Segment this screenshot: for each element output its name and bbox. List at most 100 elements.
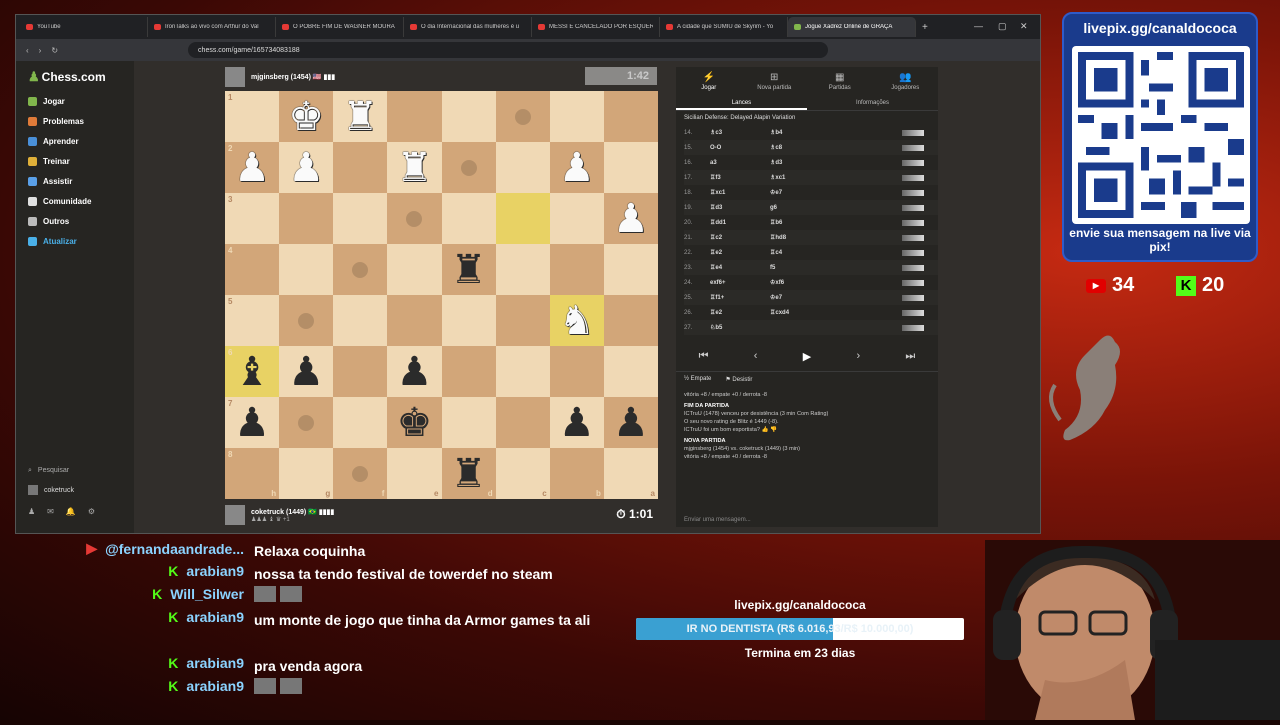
white-move[interactable]: ♖e2 [710, 309, 770, 316]
board-square[interactable] [495, 244, 550, 295]
black-king-piece[interactable]: ♚ [397, 403, 433, 443]
white-move[interactable]: ♘b5 [710, 324, 770, 331]
board-square[interactable]: ♟ [603, 397, 658, 448]
next-move-icon[interactable]: › [856, 350, 860, 362]
board-square[interactable] [603, 91, 658, 142]
white-move[interactable]: ♗c3 [710, 129, 770, 136]
move-hint-dot[interactable] [460, 159, 477, 176]
board-square[interactable] [441, 142, 496, 193]
move-hint-dot[interactable] [406, 210, 423, 227]
board-square[interactable] [495, 142, 550, 193]
reload-icon[interactable]: ↻ [51, 46, 58, 55]
browser-tab[interactable]: IronTalks ao vivo com Arthur do Val [148, 17, 276, 37]
sidebar-item-jogar[interactable]: Jogar [28, 97, 65, 106]
board-square[interactable] [441, 193, 496, 244]
board-square[interactable] [441, 346, 496, 397]
top-player-name[interactable]: mjginsberg (1454) 🇺🇸 ▮▮▮ [251, 73, 335, 81]
board-square[interactable]: e [387, 448, 442, 499]
black-rook-piece[interactable]: ♜ [451, 454, 487, 494]
black-rook-piece[interactable]: ♜ [451, 250, 487, 290]
browser-tab[interactable]: O dia Internacional das mulheres é u [404, 17, 532, 37]
panel-tab-0[interactable]: ⚡ Jogar [676, 67, 742, 95]
board-square[interactable] [549, 193, 604, 244]
top-player-avatar[interactable] [225, 67, 245, 87]
move-hint-dot[interactable] [298, 414, 315, 431]
black-move[interactable]: ♗b4 [770, 129, 830, 136]
board-square[interactable] [441, 91, 496, 142]
subtab-1[interactable]: Informações [807, 95, 938, 110]
board-square[interactable]: ♟ [603, 193, 658, 244]
last-move-icon[interactable]: ⏭ [905, 350, 915, 363]
browser-tab[interactable]: Jogue Xadrez Online de GRAÇA [788, 17, 916, 37]
board-square[interactable]: ♟ [279, 346, 334, 397]
board-square[interactable]: ♞ [549, 295, 604, 346]
board-square[interactable] [441, 397, 496, 448]
board-square[interactable]: ♟ [279, 142, 334, 193]
sidebar-item-comunidade[interactable]: Comunidade [28, 197, 91, 206]
sidebar-item-treinar[interactable]: Treinar [28, 157, 70, 166]
sidebar-search[interactable]: ⌕ Pesquisar [28, 467, 69, 475]
black-move[interactable]: ♗c8 [770, 144, 830, 151]
close-window-icon[interactable]: ✕ [1020, 21, 1028, 32]
move-hint-dot[interactable] [352, 465, 369, 482]
board-square[interactable] [495, 295, 550, 346]
board-square[interactable]: ♜ [441, 244, 496, 295]
black-move[interactable]: ♔xf6 [770, 279, 830, 286]
board-square[interactable] [441, 295, 496, 346]
board-square[interactable] [603, 346, 658, 397]
board-square[interactable]: 8h [225, 448, 280, 499]
move-hint-dot[interactable] [352, 261, 369, 278]
board-square[interactable]: b [549, 448, 604, 499]
board-square[interactable] [333, 244, 388, 295]
white-move[interactable]: ♖xc1 [710, 189, 770, 196]
white-move[interactable]: ♖d3 [710, 204, 770, 211]
board-square[interactable] [495, 193, 550, 244]
board-square[interactable] [333, 193, 388, 244]
black-move[interactable]: ♗d3 [770, 159, 830, 166]
white-move[interactable]: ♖c2 [710, 234, 770, 241]
black-pawn-piece[interactable]: ♟ [613, 403, 649, 443]
sidebar-item-outros[interactable]: Outros [28, 217, 69, 226]
board-square[interactable] [549, 346, 604, 397]
first-move-icon[interactable]: ⏮ [699, 350, 709, 363]
board-square[interactable]: 6 ♝ [225, 346, 280, 397]
url-field[interactable]: chess.com/game/165734083188 [188, 42, 829, 58]
white-pawn-piece[interactable]: ♟ [288, 148, 324, 188]
board-square[interactable] [387, 193, 442, 244]
move-hint-dot[interactable] [514, 108, 531, 125]
board-square[interactable]: ♟ [387, 346, 442, 397]
board-square[interactable]: f [333, 448, 388, 499]
board-square[interactable] [333, 142, 388, 193]
board-square[interactable]: 4 [225, 244, 280, 295]
black-move[interactable]: g6 [770, 205, 830, 211]
board-square[interactable] [279, 397, 334, 448]
board-square[interactable] [333, 397, 388, 448]
black-move[interactable]: ♖hd8 [770, 234, 830, 241]
black-move[interactable]: ♖cxd4 [770, 309, 830, 316]
sidebar-item-aprender[interactable]: Aprender [28, 137, 79, 146]
browser-tab[interactable]: O POBRE FIM DE WAGNER MOURA [276, 17, 404, 37]
board-square[interactable]: g [279, 448, 334, 499]
board-square[interactable] [387, 91, 442, 142]
resign-button[interactable]: ⚑ Desistir [725, 376, 752, 383]
board-square[interactable]: a [603, 448, 658, 499]
sidebar-user[interactable]: coketruck [28, 485, 74, 495]
white-move[interactable]: ♖e2 [710, 249, 770, 256]
board-square[interactable] [603, 142, 658, 193]
board-square[interactable]: ♚ [387, 397, 442, 448]
white-knight-piece[interactable]: ♞ [559, 301, 595, 341]
board-square[interactable] [279, 193, 334, 244]
board-square[interactable] [495, 397, 550, 448]
white-rook-piece[interactable]: ♜ [342, 97, 378, 137]
black-move[interactable]: ♖b6 [770, 219, 830, 226]
browser-tab[interactable]: A cidade que SUMIU de Skyrim - Yo [660, 17, 788, 37]
board-square[interactable]: 7 ♟ [225, 397, 280, 448]
bottom-player-avatar[interactable] [225, 505, 245, 525]
board-square[interactable]: ♟ [549, 397, 604, 448]
board-square[interactable]: ♚ [279, 91, 334, 142]
board-square[interactable] [279, 244, 334, 295]
board-square[interactable] [387, 295, 442, 346]
board-square[interactable]: ♜ [333, 91, 388, 142]
move-hint-dot[interactable] [298, 312, 315, 329]
board-square[interactable] [333, 295, 388, 346]
